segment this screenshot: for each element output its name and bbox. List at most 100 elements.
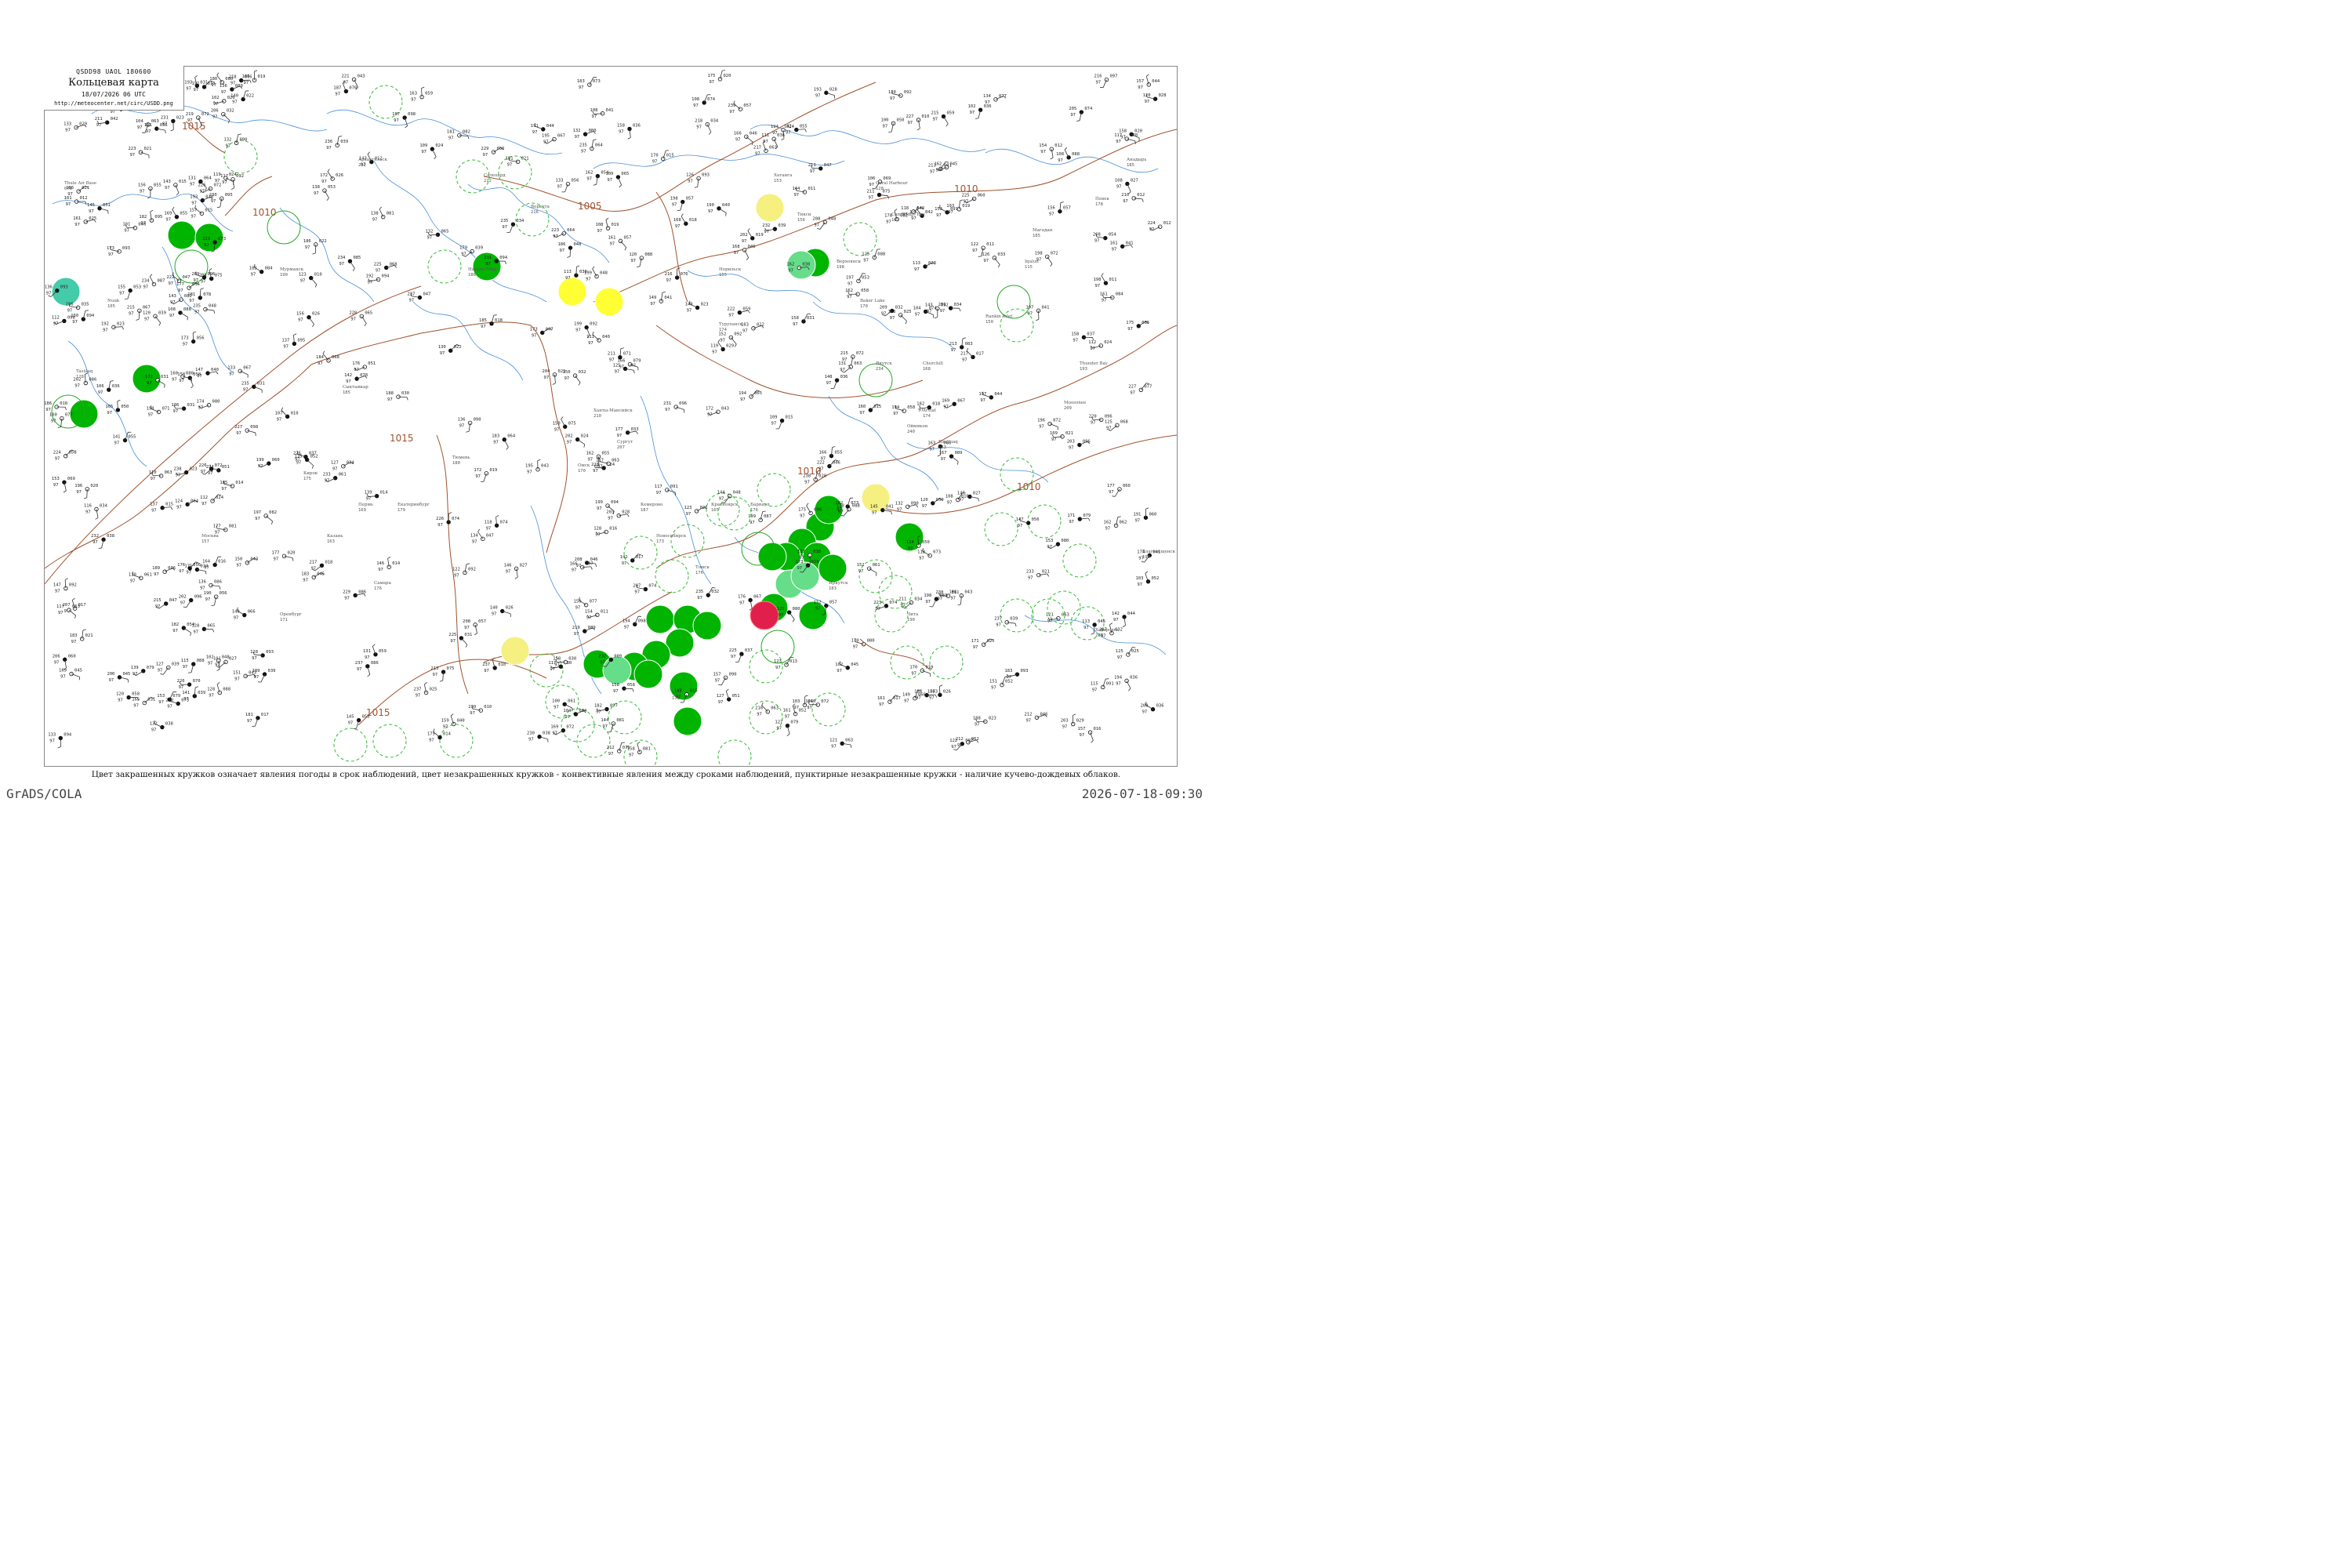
svg-text:226: 226	[436, 517, 444, 521]
svg-text:97: 97	[574, 632, 579, 637]
svg-text:019: 019	[962, 204, 970, 209]
station-plot: 13797026	[927, 684, 951, 700]
svg-text:156: 156	[296, 312, 304, 317]
svg-text:182: 182	[171, 622, 179, 627]
svg-text:117: 117	[596, 458, 604, 463]
station-plot: 22797010	[906, 114, 929, 131]
svg-text:018: 018	[325, 560, 332, 564]
station-value: 157	[201, 539, 209, 544]
svg-text:122: 122	[971, 242, 978, 247]
svg-text:047: 047	[486, 533, 494, 538]
svg-text:117: 117	[655, 485, 662, 489]
station-name: Архангельск	[358, 158, 387, 162]
station-plot: 19497058	[891, 405, 915, 416]
station-value: 174	[719, 328, 728, 332]
station-plot: 10197040	[122, 223, 146, 234]
svg-text:017: 017	[893, 696, 901, 701]
svg-text:97: 97	[204, 565, 209, 570]
svg-text:212: 212	[1024, 712, 1032, 717]
svg-text:014: 014	[380, 491, 389, 495]
svg-text:97: 97	[440, 351, 445, 356]
svg-text:125: 125	[1116, 649, 1123, 654]
svg-text:161: 161	[783, 709, 791, 713]
svg-text:034: 034	[954, 303, 963, 307]
svg-text:231: 231	[663, 401, 671, 406]
weather-circle	[755, 193, 785, 223]
svg-text:97: 97	[1090, 347, 1095, 351]
svg-text:047: 047	[169, 598, 177, 603]
station-plot: 19097040	[706, 203, 730, 216]
svg-text:136: 136	[198, 580, 206, 585]
svg-text:97: 97	[983, 259, 989, 263]
svg-text:081: 081	[643, 746, 651, 751]
svg-text:072: 072	[821, 699, 829, 704]
svg-text:97: 97	[485, 262, 491, 267]
svg-text:97: 97	[372, 218, 378, 223]
svg-text:152: 152	[857, 563, 865, 568]
svg-text:198: 198	[1035, 251, 1043, 256]
svg-text:97: 97	[564, 376, 570, 381]
svg-text:108: 108	[946, 495, 953, 499]
svg-text:139: 139	[365, 491, 372, 495]
svg-text:97: 97	[742, 239, 747, 244]
station-plot: 14497011	[792, 187, 815, 198]
svg-text:021: 021	[143, 147, 151, 151]
svg-text:97: 97	[212, 115, 218, 120]
svg-text:096: 096	[168, 566, 176, 571]
station-plot: 17597020	[707, 70, 731, 85]
svg-text:97: 97	[652, 159, 658, 164]
svg-text:157: 157	[1136, 79, 1144, 84]
station-plot: 19397028	[814, 87, 837, 99]
station-plot: 12097050	[920, 498, 944, 509]
svg-text:97: 97	[600, 660, 605, 665]
svg-text:096: 096	[679, 401, 687, 406]
station-value: 199	[1142, 555, 1150, 560]
svg-text:140: 140	[685, 302, 693, 307]
svg-text:056: 056	[571, 179, 579, 183]
weather-circle	[790, 561, 820, 591]
svg-text:078: 078	[360, 373, 368, 378]
svg-text:220: 220	[1089, 414, 1097, 419]
station-value: 210	[593, 414, 601, 419]
station-plot: 15797090	[713, 672, 737, 686]
svg-text:139: 139	[131, 666, 139, 670]
station-name: Томск	[695, 565, 710, 570]
svg-text:123: 123	[299, 273, 307, 278]
station-plot: 21897034	[695, 119, 719, 135]
svg-text:110: 110	[149, 470, 157, 475]
svg-text:172: 172	[474, 468, 481, 473]
station-plot: 18997039	[252, 669, 275, 683]
svg-text:97: 97	[199, 190, 205, 194]
svg-text:97: 97	[461, 252, 466, 257]
svg-text:102: 102	[206, 655, 214, 660]
svg-text:196: 196	[1037, 419, 1045, 423]
svg-text:97: 97	[543, 140, 549, 145]
svg-text:97: 97	[883, 124, 888, 129]
cb-cloud-ring	[843, 222, 877, 256]
svg-text:116: 116	[84, 503, 92, 508]
station-plot: 12897093	[250, 650, 274, 661]
svg-text:029: 029	[726, 343, 734, 348]
svg-text:199: 199	[256, 458, 264, 463]
svg-text:215: 215	[840, 351, 848, 356]
station-value: 185	[1127, 163, 1134, 168]
svg-text:97: 97	[804, 481, 810, 485]
station-name: Екатеринбург	[397, 502, 430, 507]
station-plot: 14297017	[620, 554, 644, 566]
svg-text:023: 023	[701, 302, 709, 307]
svg-text:97: 97	[51, 419, 56, 424]
svg-text:97: 97	[564, 715, 570, 720]
svg-text:97: 97	[481, 325, 486, 329]
station-plot: 11797080	[548, 661, 572, 672]
svg-text:224: 224	[53, 451, 62, 456]
svg-text:041: 041	[1042, 305, 1050, 310]
station-plot: 10697036	[96, 380, 120, 395]
station-plot: 14097022	[230, 90, 254, 105]
svg-text:030: 030	[802, 263, 810, 267]
station-plot: 15397080	[1045, 539, 1069, 550]
station-plot: 20297024	[565, 434, 589, 448]
svg-text:051: 051	[368, 361, 376, 366]
station-plot: 16297062	[1104, 516, 1127, 531]
svg-text:031: 031	[807, 316, 815, 321]
svg-text:041: 041	[606, 108, 614, 113]
